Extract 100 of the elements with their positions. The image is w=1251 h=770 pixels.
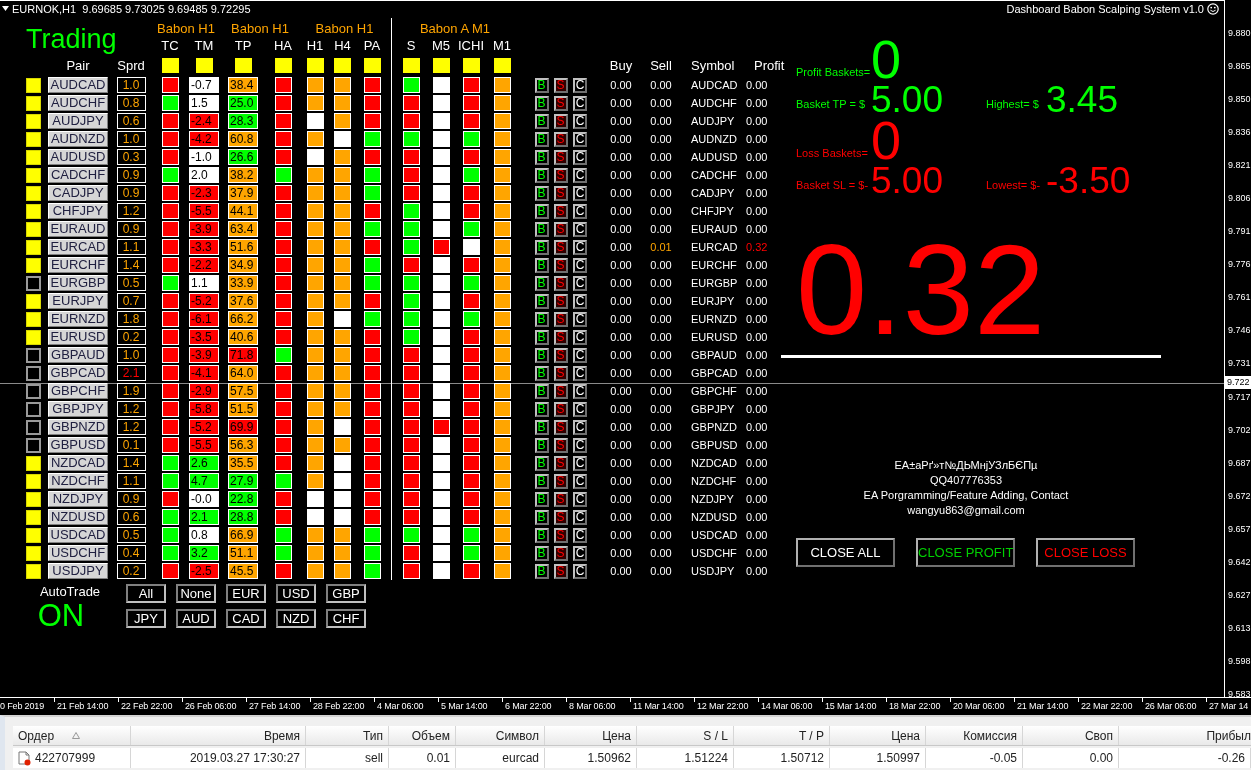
pair-button[interactable]: USDCAD <box>48 527 108 543</box>
pair-checkbox[interactable] <box>25 239 41 255</box>
column-header[interactable]: Прибыл <box>1119 726 1251 745</box>
close-button[interactable]: C <box>573 347 587 363</box>
filter-button[interactable]: USD <box>276 584 316 603</box>
column-header[interactable]: Цена <box>545 726 637 745</box>
close-button[interactable]: C <box>573 545 587 561</box>
column-toggle[interactable] <box>334 58 351 73</box>
pair-button[interactable]: NZDJPY <box>48 491 108 507</box>
close-button[interactable]: C <box>573 311 587 327</box>
sell-button[interactable]: S <box>553 329 568 345</box>
buy-button[interactable]: B <box>534 95 549 111</box>
sell-button[interactable]: S <box>553 221 568 237</box>
buy-button[interactable]: B <box>534 491 549 507</box>
close-button[interactable]: CLOSE LOSS <box>1036 538 1135 567</box>
column-header[interactable]: S / L <box>637 726 734 745</box>
pair-button[interactable]: EURJPY <box>48 293 108 309</box>
column-toggle[interactable] <box>161 58 179 73</box>
pair-checkbox[interactable] <box>25 77 41 93</box>
pair-checkbox[interactable] <box>25 113 41 129</box>
pair-button[interactable]: GBPJPY <box>48 401 108 417</box>
close-button[interactable]: C <box>573 275 587 291</box>
pair-checkbox[interactable] <box>25 329 41 345</box>
buy-button[interactable]: B <box>534 113 549 129</box>
pair-button[interactable]: USDJPY <box>48 563 108 579</box>
filter-button[interactable]: EUR <box>226 584 266 603</box>
close-button[interactable]: C <box>573 239 587 255</box>
pair-button[interactable]: AUDUSD <box>48 149 108 165</box>
pair-checkbox[interactable] <box>25 473 41 489</box>
filter-button[interactable]: NZD <box>276 609 316 628</box>
sell-button[interactable]: S <box>553 311 568 327</box>
filter-button[interactable]: CHF <box>326 609 366 628</box>
close-button[interactable]: C <box>573 437 587 453</box>
buy-button[interactable]: B <box>534 221 549 237</box>
close-button[interactable]: C <box>573 473 587 489</box>
pair-button[interactable]: EURUSD <box>48 329 108 345</box>
sell-button[interactable]: S <box>553 77 568 93</box>
buy-button[interactable]: B <box>534 77 549 93</box>
sell-button[interactable]: S <box>553 95 568 111</box>
pair-checkbox[interactable] <box>25 419 41 435</box>
filter-button[interactable]: None <box>176 584 216 603</box>
filter-button[interactable]: AUD <box>176 609 216 628</box>
buy-button[interactable]: B <box>534 203 549 219</box>
pair-checkbox[interactable] <box>25 491 41 507</box>
column-header[interactable]: Объем <box>389 726 456 745</box>
pair-button[interactable]: EURNZD <box>48 311 108 327</box>
sell-button[interactable]: S <box>553 275 568 291</box>
column-header[interactable]: Символ <box>456 726 545 745</box>
pair-checkbox[interactable] <box>25 437 41 453</box>
buy-button[interactable]: B <box>534 131 549 147</box>
column-toggle[interactable] <box>274 58 292 73</box>
pair-button[interactable]: AUDJPY <box>48 113 108 129</box>
pair-button[interactable]: GBPUSD <box>48 437 108 453</box>
pair-checkbox[interactable] <box>25 185 41 201</box>
column-toggle[interactable] <box>234 58 252 73</box>
buy-button[interactable]: B <box>534 311 549 327</box>
column-header[interactable]: Комиссия <box>926 726 1023 745</box>
column-header[interactable]: Время <box>131 726 306 745</box>
buy-button[interactable]: B <box>534 329 549 345</box>
filter-button[interactable]: GBP <box>326 584 366 603</box>
close-button[interactable]: C <box>573 185 587 201</box>
sell-button[interactable]: S <box>553 167 568 183</box>
close-button[interactable]: C <box>573 563 587 579</box>
column-toggle[interactable] <box>306 58 324 73</box>
pair-button[interactable]: CADCHF <box>48 167 108 183</box>
sell-button[interactable]: S <box>553 113 568 129</box>
close-button[interactable]: CLOSE PROFIT <box>916 538 1015 567</box>
pair-checkbox[interactable] <box>25 311 41 327</box>
pair-checkbox[interactable] <box>25 293 41 309</box>
buy-button[interactable]: B <box>534 149 549 165</box>
column-toggle[interactable] <box>493 58 511 73</box>
pair-button[interactable]: AUDCHF <box>48 95 108 111</box>
pair-checkbox[interactable] <box>25 221 41 237</box>
buy-button[interactable]: B <box>534 167 549 183</box>
sell-button[interactable]: S <box>553 149 568 165</box>
buy-button[interactable]: B <box>534 473 549 489</box>
sell-button[interactable]: S <box>553 545 568 561</box>
pair-checkbox[interactable] <box>25 347 41 363</box>
sell-button[interactable]: S <box>553 491 568 507</box>
close-button[interactable]: C <box>573 329 587 345</box>
column-toggle[interactable] <box>402 58 420 73</box>
buy-button[interactable]: B <box>534 365 549 381</box>
sell-button[interactable]: S <box>553 365 568 381</box>
buy-button[interactable]: B <box>534 275 549 291</box>
close-button[interactable]: C <box>573 221 587 237</box>
buy-button[interactable]: B <box>534 293 549 309</box>
pair-checkbox[interactable] <box>25 257 41 273</box>
table-row[interactable]: 422707999 2019.03.27 17:30:27 sell 0.01 eurcad 1.50962 1.51224 1.50712 1.50997 -0.05 0.00 -0.26 <box>13 748 1251 768</box>
buy-button[interactable]: B <box>534 455 549 471</box>
close-button[interactable]: C <box>573 491 587 507</box>
pair-checkbox[interactable] <box>25 203 41 219</box>
sell-button[interactable]: S <box>553 203 568 219</box>
close-button[interactable]: C <box>573 401 587 417</box>
pair-button[interactable]: EURAUD <box>48 221 108 237</box>
pair-button[interactable]: GBPAUD <box>48 347 108 363</box>
column-header[interactable]: Цена <box>830 726 926 745</box>
close-button[interactable]: C <box>573 95 587 111</box>
close-button[interactable]: C <box>573 131 587 147</box>
pair-button[interactable]: GBPCHF <box>48 383 108 399</box>
pair-button[interactable]: EURCHF <box>48 257 108 273</box>
